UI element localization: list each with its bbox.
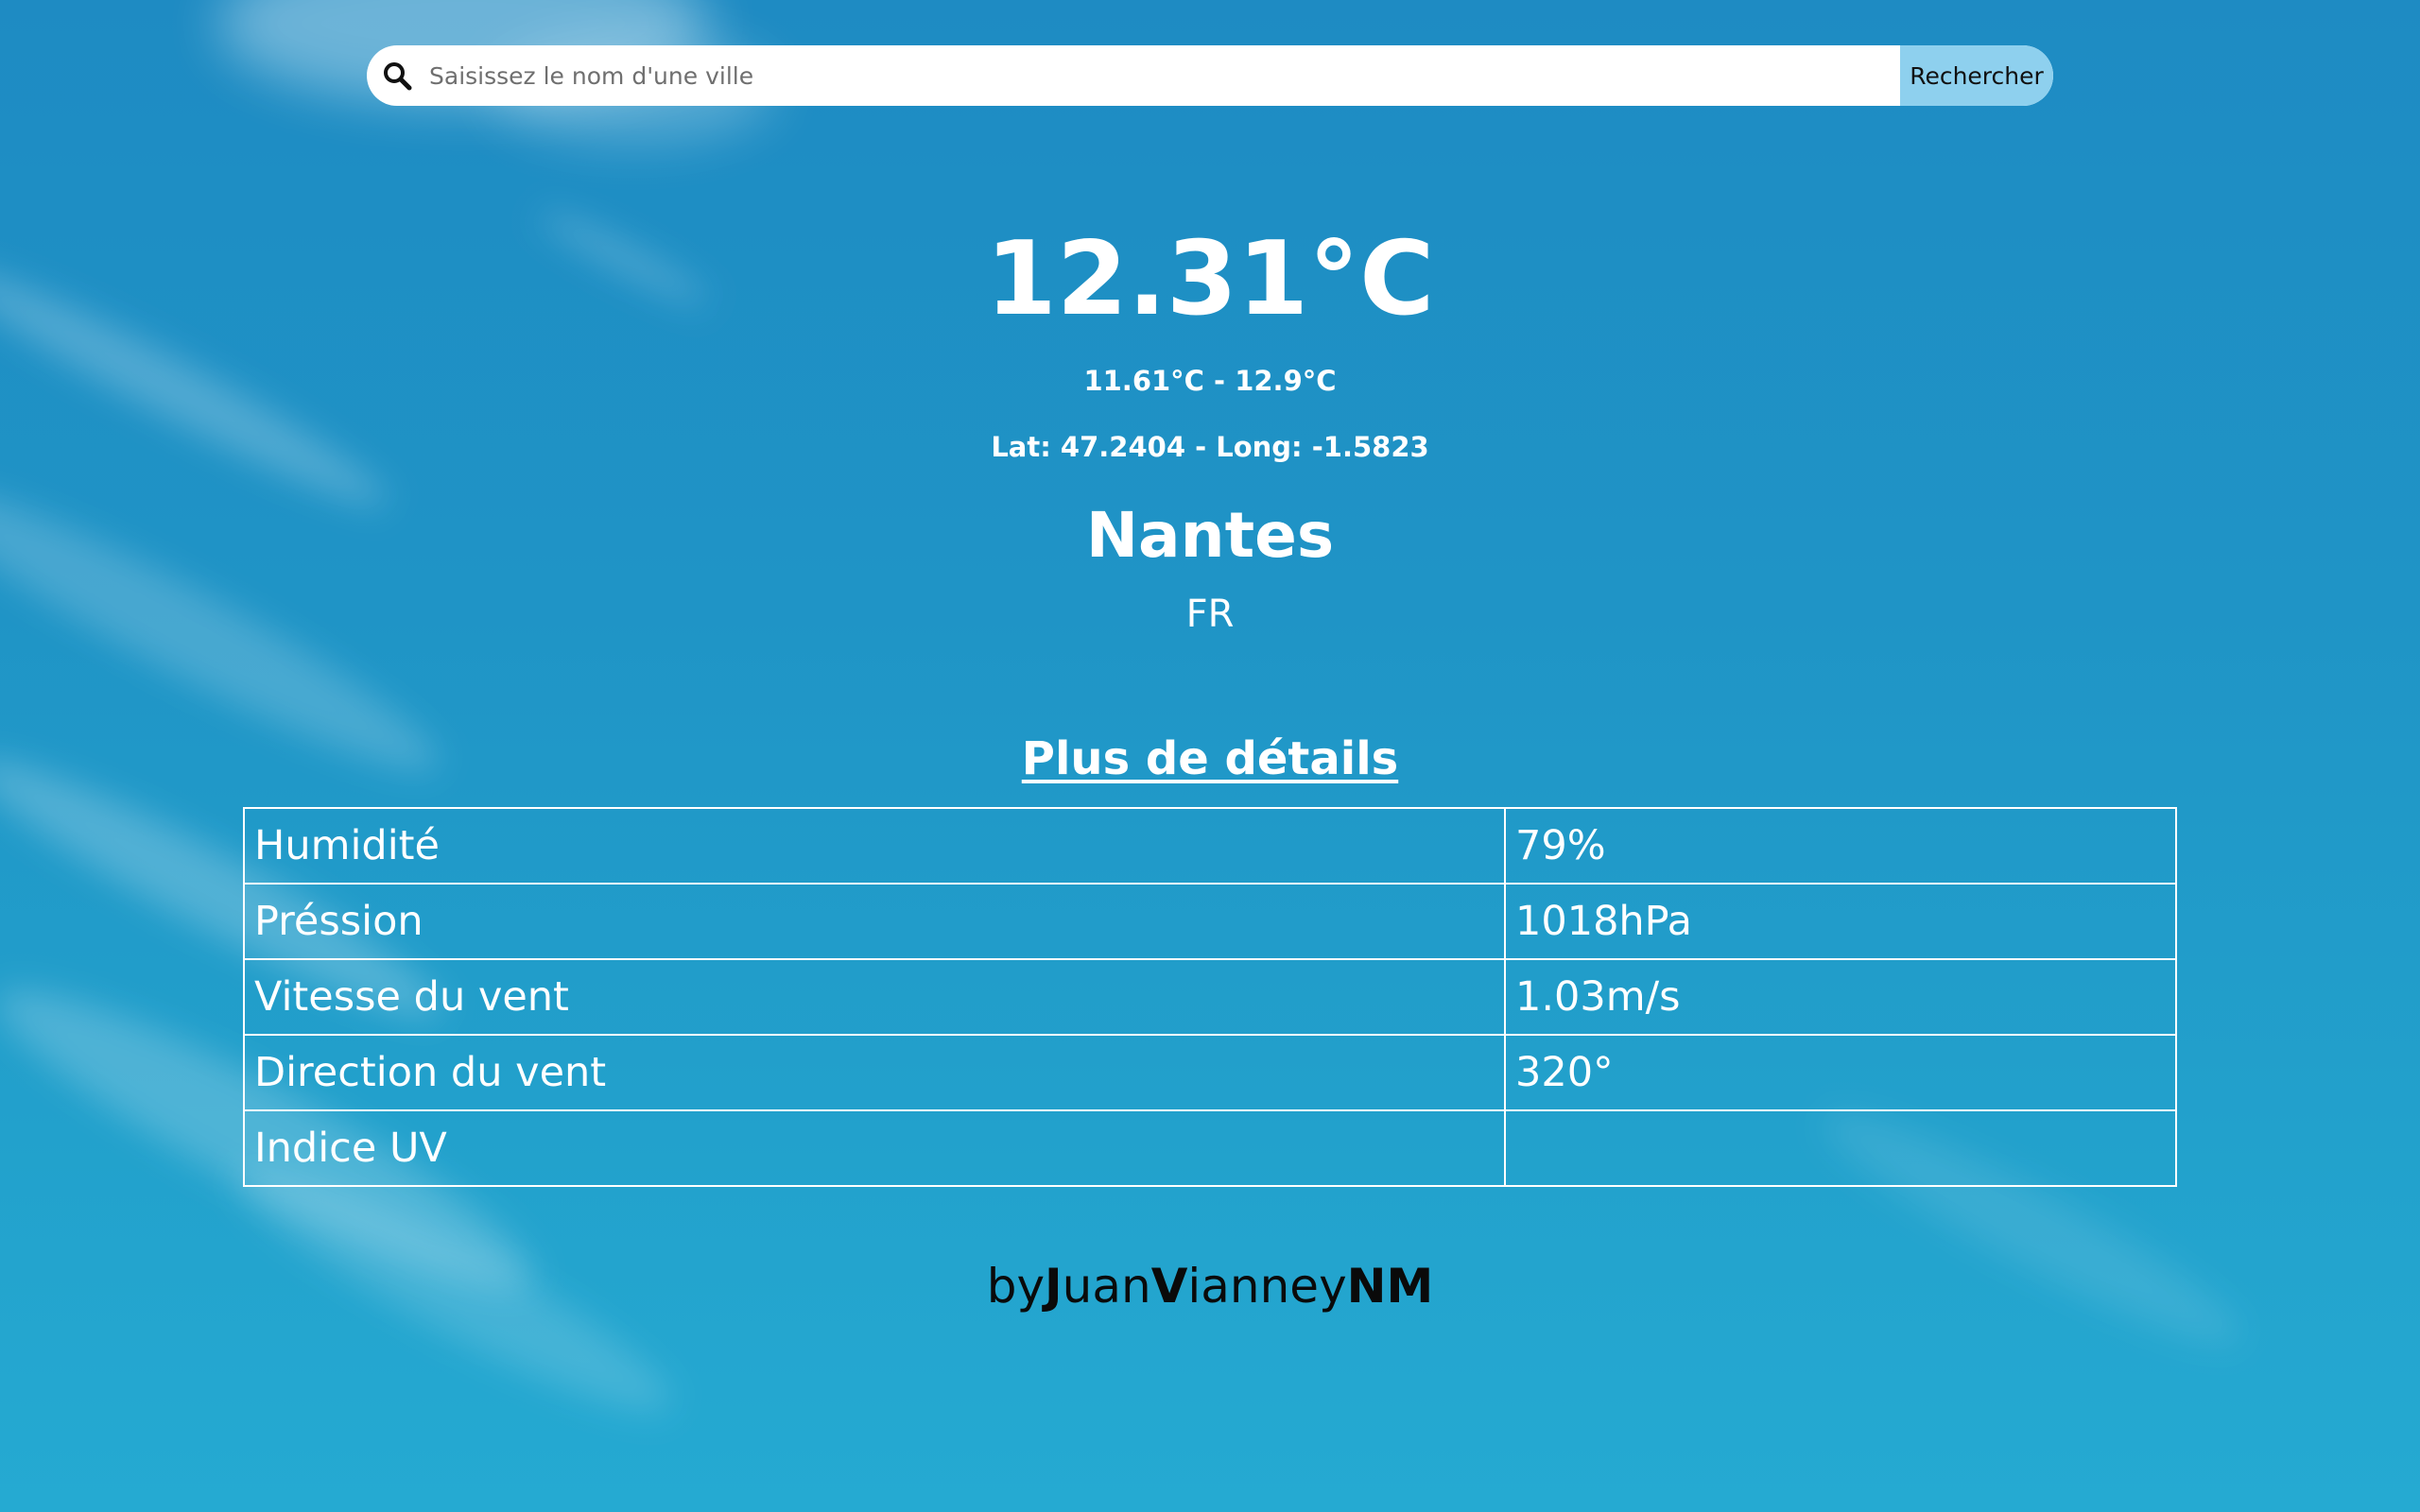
- temperature-range: 11.61°C - 12.9°C: [1083, 365, 1337, 397]
- current-temperature: 12.31°C: [985, 220, 1435, 338]
- credit-initial-j: J: [1045, 1259, 1063, 1314]
- credit-by: by: [986, 1259, 1046, 1314]
- table-row: Direction du vent 320°: [243, 1034, 2177, 1111]
- pressure-value: 1018hPa: [1504, 883, 2177, 960]
- wind-speed-value: 1.03m/s: [1504, 958, 2177, 1036]
- table-row: Indice UV: [243, 1109, 2177, 1187]
- wind-direction-value: 320°: [1504, 1034, 2177, 1111]
- uv-index-label: Indice UV: [243, 1109, 1506, 1187]
- wind-speed-label: Vitesse du vent: [243, 958, 1506, 1036]
- credit-ianney: ianney: [1187, 1259, 1347, 1314]
- credit-uan: uan: [1062, 1259, 1151, 1314]
- search-icon[interactable]: [367, 45, 427, 106]
- pressure-label: Préssion: [243, 883, 1506, 960]
- search-bar: Rechercher: [367, 45, 2053, 106]
- humidity-label: Humidité: [243, 807, 1506, 885]
- author-credit: byJuanVianneyNM: [0, 1253, 2420, 1319]
- search-button[interactable]: Rechercher: [1900, 45, 2053, 106]
- wind-direction-label: Direction du vent: [243, 1034, 1506, 1111]
- search-input[interactable]: [427, 45, 1900, 106]
- humidity-value: 79%: [1504, 807, 2177, 885]
- credit-initial-v: V: [1150, 1259, 1188, 1314]
- table-row: Vitesse du vent 1.03m/s: [243, 958, 2177, 1036]
- credit-nm: NM: [1346, 1259, 1434, 1314]
- table-row: Préssion 1018hPa: [243, 883, 2177, 960]
- details-table: Humidité 79% Préssion 1018hPa Vitesse du…: [243, 807, 2177, 1187]
- country-code: FR: [1185, 593, 1235, 636]
- table-row: Humidité 79%: [243, 807, 2177, 885]
- city-name: Nantes: [1085, 499, 1335, 572]
- details-title: Plus de détails: [1021, 732, 1399, 785]
- coordinates: Lat: 47.2404 - Long: -1.5823: [991, 431, 1429, 463]
- uv-index-value: [1504, 1109, 2177, 1187]
